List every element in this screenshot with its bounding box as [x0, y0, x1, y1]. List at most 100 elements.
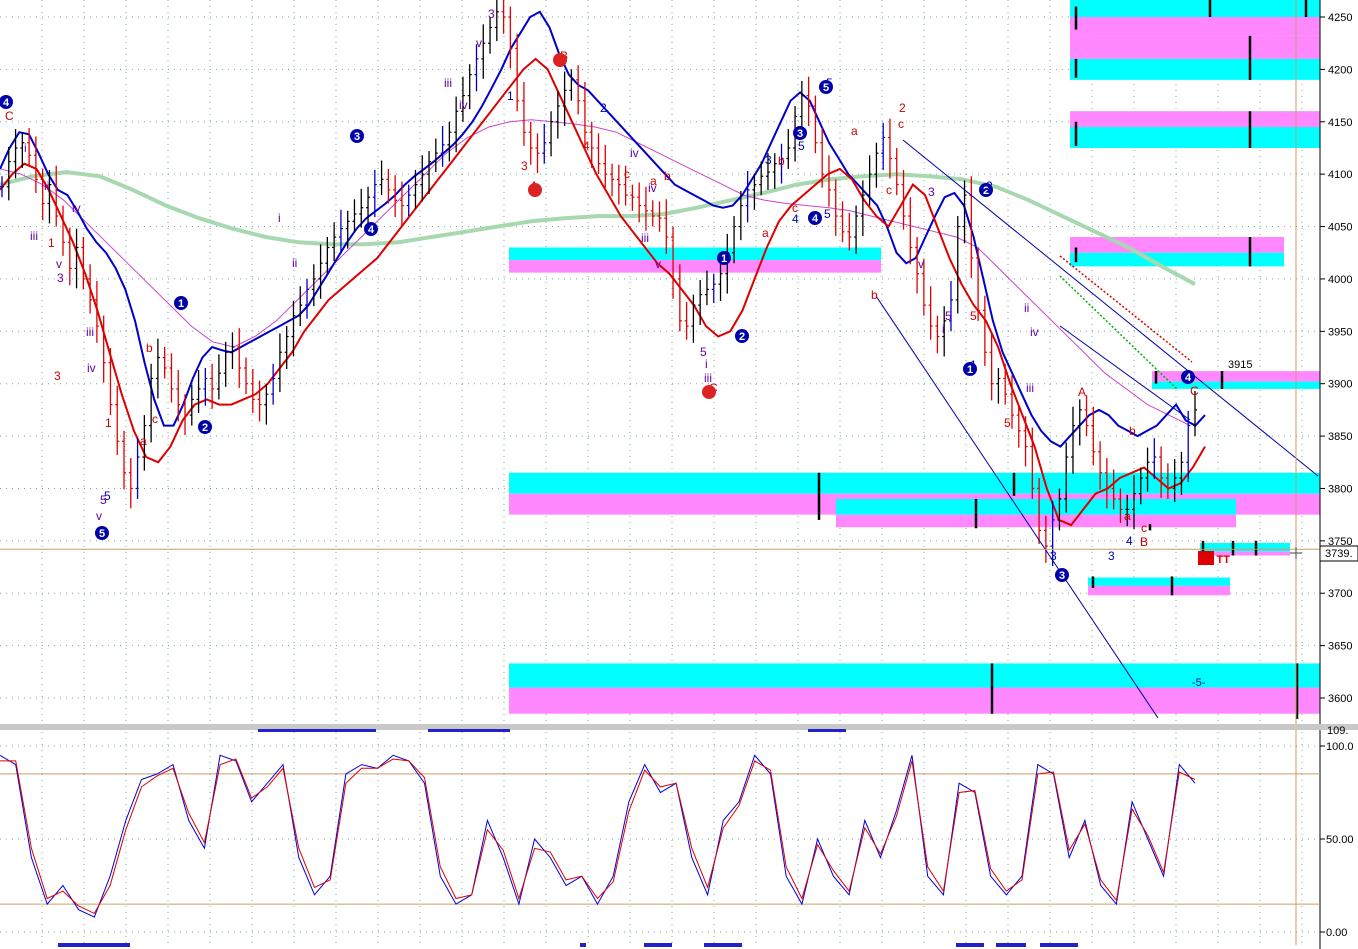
wave-label-red: c: [886, 183, 892, 197]
zone-4150-c: [1070, 127, 1320, 148]
wave-label-red: 5: [970, 309, 977, 323]
zone-3905-c: [1152, 381, 1320, 389]
wave-label-red: C: [5, 109, 14, 123]
zone-3710-c: [1088, 577, 1230, 586]
zone-3905-m: [1152, 371, 1320, 382]
osc-tick-label: 0.00: [1326, 927, 1347, 939]
level-3915-label: 3915: [1228, 359, 1252, 371]
chart-stage: CBACabcabc2cabcBACabcabc5134513451234512…: [0, 0, 1358, 949]
wave-label-purple: v: [655, 257, 661, 271]
y-tick-label: 3700: [1328, 588, 1352, 600]
wave-label-purple: ii: [1024, 301, 1029, 315]
y-tick-label: 3850: [1328, 431, 1352, 443]
wave-label-red: 4: [583, 139, 590, 153]
wave-label-red: c: [152, 412, 158, 426]
wave-label-blue: 4: [792, 212, 799, 226]
y-tick-label: 4150: [1328, 117, 1352, 129]
wave-label-red: 3: [54, 369, 61, 383]
wave-label-circle: 2: [202, 422, 208, 434]
wave-label-circle: 3: [1059, 570, 1065, 582]
osc-tick-label: 50.00: [1326, 834, 1354, 846]
wave-label-circle: 3: [354, 131, 360, 143]
wave-label-circle: 1: [721, 253, 727, 265]
zone-3780-c: [836, 498, 1236, 515]
wave-label-red: b: [664, 169, 671, 183]
wave-label-red: 2: [899, 101, 906, 115]
wave-label-purple: i: [24, 141, 27, 155]
wave-label-blue: 5: [824, 207, 831, 221]
zone-4025-m: [509, 260, 881, 273]
wave-label-red: 3: [521, 159, 528, 173]
wave-label-blue: 3: [1050, 549, 1057, 563]
oscillator-top-clip: 109.: [1327, 725, 1348, 737]
wave-circle-red-icon: [553, 53, 567, 67]
wave-label-circle: 5: [99, 528, 105, 540]
wave-label-red: b: [1129, 424, 1136, 438]
wave-label-red: C: [1190, 384, 1199, 398]
wave-label-red: 1: [105, 416, 112, 430]
wave-circle-red-icon: [702, 385, 716, 399]
wave-label-purple: i: [942, 322, 945, 336]
wave-label-purple: iv: [72, 201, 81, 215]
wave-label-purple: 3: [488, 7, 495, 21]
y-tick-label: 3900: [1328, 379, 1352, 391]
wave-label-blue: 3: [1108, 549, 1115, 563]
zone-3710-m: [1088, 585, 1230, 596]
zone-4150-m: [1070, 111, 1320, 128]
wave-label-purple: iv: [87, 361, 96, 375]
wave-label-blue: 1: [507, 89, 514, 103]
wave-label-purple: 3: [928, 185, 935, 199]
wave-label-red: c: [898, 117, 904, 131]
five-label: -5-: [1192, 677, 1206, 689]
wave-label-blue: 1: [970, 358, 977, 372]
zone-4025-c: [509, 247, 881, 261]
wave-label-red: 5: [1004, 416, 1011, 430]
y-tick-label: 3800: [1328, 483, 1352, 495]
sp-tag-label: SP TT: [1199, 554, 1230, 566]
wave-label-red: a: [1124, 509, 1131, 523]
wave-label-purple: iii: [1026, 381, 1034, 395]
zone-top-mag: [1070, 35, 1320, 59]
zone-top-a-magenta: [1070, 17, 1320, 36]
wave-label-purple: iii: [30, 229, 38, 243]
wave-label-purple: iii: [444, 76, 452, 90]
wave-label-red: c: [1141, 521, 1147, 535]
wave-label-purple: 5: [945, 309, 952, 323]
wave-label-purple: iv: [459, 98, 468, 112]
wave-label-circle: 4: [368, 224, 375, 236]
wave-label-purple: v: [96, 509, 102, 523]
zone-top-a-cyan: [1070, 0, 1320, 17]
price-axis: [1320, 0, 1358, 949]
zone-3745-c: [1200, 542, 1290, 552]
wave-label-red: a: [762, 226, 769, 240]
wave-label-red: b: [871, 288, 878, 302]
wave-label-red: 1: [48, 236, 55, 250]
wave-label-blue: 2: [986, 179, 993, 193]
y-tick-label: 4250: [1328, 12, 1352, 24]
zone-3620-m: [509, 687, 1320, 714]
y-tick-label: 3600: [1328, 693, 1352, 705]
y-tick-label: 3950: [1328, 326, 1352, 338]
wave-label-purple: iv: [1030, 325, 1039, 339]
zone-top-cyan2: [1070, 58, 1320, 80]
wave-label-purple: iii: [86, 325, 94, 339]
wave-label-circle: 1: [178, 298, 184, 310]
zone-3780-m: [836, 514, 1236, 528]
wave-label-purple: v: [56, 257, 62, 271]
wave-label-purple: i: [278, 211, 281, 225]
wave-label-purple: iv: [648, 181, 657, 195]
wave-label-circle: 4: [1185, 372, 1192, 384]
wave-label-blue: 4: [1126, 534, 1133, 548]
wave-label-blue: 5: [798, 139, 805, 153]
wave-label-purple: ii: [292, 256, 297, 270]
wave-label-purple: iii: [704, 371, 712, 385]
wave-label-blue: 3: [765, 153, 772, 167]
wave-label-purple: 5: [100, 493, 107, 507]
wave-label-blue: 5: [826, 76, 833, 90]
wave-label-purple: v: [918, 257, 924, 271]
y-tick-label: 3650: [1328, 641, 1352, 653]
wave-label-red: b: [146, 341, 153, 355]
panel-splitter[interactable]: [0, 724, 1358, 730]
wave-label-red: a: [851, 124, 858, 138]
wave-label-circle: 4: [3, 97, 10, 109]
